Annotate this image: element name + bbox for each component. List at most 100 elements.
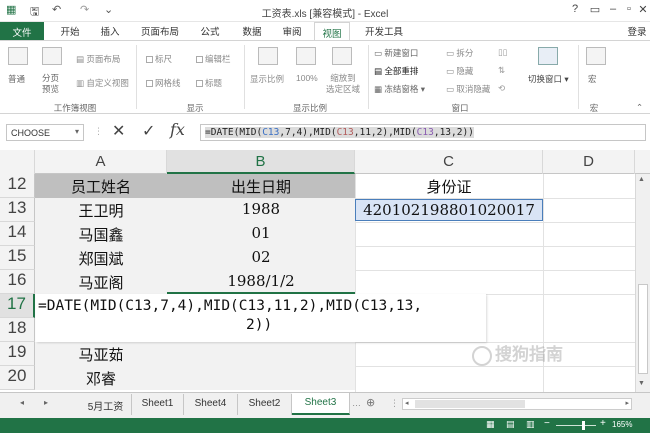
- column-header-c[interactable]: C: [355, 150, 543, 174]
- row-header-19[interactable]: 19: [0, 342, 35, 366]
- prev-sheet-icon[interactable]: ◂: [20, 398, 24, 407]
- zoom-button[interactable]: 显示比例: [250, 73, 284, 85]
- row-header-20[interactable]: 20: [0, 366, 35, 390]
- chevron-down-icon[interactable]: ▾: [75, 127, 79, 136]
- row-header-17[interactable]: 17: [0, 294, 35, 318]
- scroll-down-icon[interactable]: ▼: [638, 380, 645, 387]
- hide-button[interactable]: ▭ 隐藏: [446, 65, 473, 77]
- tab-data[interactable]: 数据: [240, 24, 264, 38]
- scroll-thumb[interactable]: [638, 284, 648, 374]
- switch-windows-button[interactable]: 切换窗口 ▾: [528, 73, 569, 85]
- new-window-button[interactable]: ▭ 新建窗口: [374, 47, 418, 59]
- unhide-button[interactable]: ▭ 取消隐藏: [446, 83, 490, 95]
- sign-in-link[interactable]: 登录: [626, 24, 648, 38]
- cell-b12[interactable]: 出生日期: [167, 174, 355, 198]
- tab-home[interactable]: 开始: [58, 24, 82, 38]
- vertical-scrollbar[interactable]: ▲ ▼: [635, 174, 650, 392]
- zoom-out-icon[interactable]: −: [544, 418, 550, 429]
- new-sheet-icon[interactable]: ⊕: [366, 396, 375, 409]
- tab-review[interactable]: 审阅: [280, 24, 304, 38]
- cell-a13[interactable]: 王卫明: [35, 198, 167, 222]
- freeze-panes-button[interactable]: ▦ 冻结窗格 ▾: [374, 83, 425, 95]
- cell-a15[interactable]: 郑国斌: [35, 246, 167, 270]
- reset-position-icon[interactable]: ⟲: [498, 83, 505, 94]
- row-header-15[interactable]: 15: [0, 246, 35, 270]
- h-scroll-thumb[interactable]: [415, 400, 525, 408]
- zoom-slider-thumb[interactable]: [582, 421, 585, 430]
- column-header-d[interactable]: D: [543, 150, 635, 174]
- ribbon-separator: [244, 45, 245, 109]
- scroll-right-icon[interactable]: ▸: [625, 399, 629, 407]
- scroll-left-icon[interactable]: ◂: [405, 399, 409, 407]
- horizontal-scrollbar[interactable]: ◂ ▸: [402, 398, 632, 410]
- zoom-selection-button[interactable]: 缩放到 选定区域: [326, 73, 360, 95]
- sheet-tab-may-salary[interactable]: 5月工资: [80, 394, 132, 415]
- worksheet-grid[interactable]: 12 13 14 15 16 17 18 19 20 员工姓名 出生日期 身份证…: [0, 174, 635, 392]
- help-button[interactable]: ?: [566, 3, 584, 15]
- page-layout-status-icon[interactable]: ▤: [506, 419, 515, 430]
- split-button[interactable]: ▭ 拆分: [446, 47, 473, 59]
- row-header-13[interactable]: 13: [0, 198, 35, 222]
- arrange-all-button[interactable]: ▤ 全部重排: [374, 65, 418, 77]
- cell-a16[interactable]: 马亚阁: [35, 270, 167, 294]
- enter-icon[interactable]: ✓: [142, 121, 155, 141]
- tab-formulas[interactable]: 公式: [198, 24, 222, 38]
- zoom-in-icon[interactable]: +: [600, 418, 606, 429]
- more-sheets-icon[interactable]: …: [352, 398, 361, 408]
- cell-b16[interactable]: 1988/1/2: [167, 270, 355, 294]
- select-all-corner[interactable]: [0, 150, 35, 174]
- tab-developer[interactable]: 开发工具: [364, 24, 404, 38]
- cell-a12[interactable]: 员工姓名: [35, 174, 167, 198]
- cell-a19[interactable]: 马亚茹: [35, 342, 167, 366]
- tab-insert[interactable]: 插入: [98, 24, 122, 38]
- sync-scroll-icon[interactable]: ⇅: [498, 65, 505, 76]
- cell-b15[interactable]: 02: [167, 246, 355, 270]
- sheet-tab-sheet3[interactable]: Sheet3: [292, 393, 350, 415]
- macros-button[interactable]: 宏: [588, 73, 597, 85]
- formula-bar-checkbox[interactable]: 编辑栏: [196, 53, 231, 65]
- ruler-checkbox[interactable]: 标尺: [146, 53, 172, 65]
- row-header-14[interactable]: 14: [0, 222, 35, 246]
- headings-checkbox[interactable]: 标题: [196, 77, 222, 89]
- cell-a20[interactable]: 邓睿: [35, 366, 167, 390]
- zoom-100-button[interactable]: 100%: [296, 73, 318, 83]
- row-header-12[interactable]: 12: [0, 174, 35, 198]
- tab-view[interactable]: 视图: [314, 22, 350, 40]
- view-side-by-side-icon[interactable]: ▯▯: [498, 47, 507, 58]
- scroll-up-icon[interactable]: ▲: [638, 176, 645, 183]
- tab-page-layout[interactable]: 页面布局: [138, 24, 182, 38]
- gridlines-checkbox[interactable]: 网格线: [146, 77, 181, 89]
- window-title: 工资表.xls [兼容模式] - Excel: [261, 9, 389, 20]
- cell-b14[interactable]: 01: [167, 222, 355, 246]
- sheet-tab-sheet1[interactable]: Sheet1: [132, 394, 184, 415]
- custom-view-button[interactable]: ▥ 自定义视图: [76, 77, 129, 89]
- cell-c13[interactable]: 420102198801020017: [355, 199, 543, 221]
- collapse-ribbon-icon[interactable]: ⌃: [636, 102, 643, 113]
- page-layout-button[interactable]: ▤ 页面布局: [76, 53, 120, 65]
- tab-split-handle-icon[interactable]: ⋮: [390, 398, 399, 409]
- insert-function-icon[interactable]: fx: [170, 120, 185, 139]
- zoom-slider[interactable]: [556, 425, 596, 426]
- page-break-button[interactable]: 分页 预览: [42, 73, 59, 95]
- zoom-level[interactable]: 165%: [612, 420, 632, 429]
- next-sheet-icon[interactable]: ▸: [44, 398, 48, 407]
- name-box[interactable]: CHOOSE ▾: [6, 124, 84, 141]
- column-header-a[interactable]: A: [35, 150, 167, 174]
- normal-view-status-icon[interactable]: ▦: [486, 419, 495, 430]
- column-header-b[interactable]: B: [167, 150, 355, 174]
- close-button[interactable]: ✕: [634, 3, 650, 16]
- page-break-status-icon[interactable]: ▥: [526, 419, 535, 430]
- tab-file[interactable]: 文件: [0, 22, 44, 40]
- cell-a14[interactable]: 马国鑫: [35, 222, 167, 246]
- normal-view-button[interactable]: 普通: [8, 73, 25, 85]
- in-cell-editor[interactable]: =DATE(MID(C13,7,4),MID(C13,11,2),MID(C13…: [36, 294, 486, 342]
- row-header-18[interactable]: 18: [0, 318, 35, 342]
- cell-b13[interactable]: 1988: [167, 198, 355, 222]
- cell-c12[interactable]: 身份证: [355, 174, 543, 198]
- sheet-tab-sheet4[interactable]: Sheet4: [184, 394, 238, 415]
- sheet-tab-sheet2[interactable]: Sheet2: [238, 394, 292, 415]
- row-header-16[interactable]: 16: [0, 270, 35, 294]
- ribbon-display-button[interactable]: ▭: [586, 3, 604, 16]
- cancel-icon[interactable]: ✕: [112, 121, 125, 141]
- formula-input[interactable]: =DATE(MID(C13,7,4),MID(C13,11,2),MID(C13…: [200, 124, 646, 141]
